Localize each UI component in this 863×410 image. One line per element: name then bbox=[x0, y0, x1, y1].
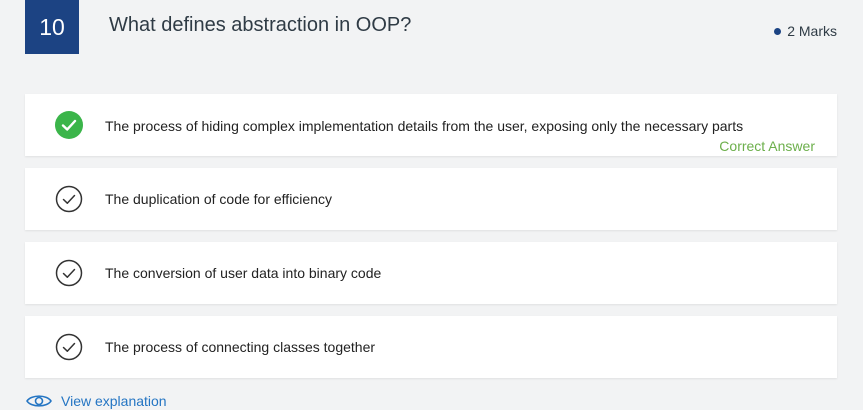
question-number-badge: 10 bbox=[25, 0, 79, 54]
answer-option-text: The conversion of user data into binary … bbox=[105, 265, 382, 281]
answer-option-text: The duplication of code for efficiency bbox=[105, 191, 332, 207]
view-explanation-label: View explanation bbox=[61, 393, 167, 409]
answer-option-2[interactable]: The duplication of code for efficiency bbox=[25, 168, 837, 230]
check-circle-outline-icon bbox=[55, 259, 83, 287]
answer-option-4[interactable]: The process of connecting classes togeth… bbox=[25, 316, 837, 378]
eye-icon bbox=[26, 395, 52, 407]
check-circle-filled-icon bbox=[55, 111, 83, 139]
correct-answer-label: Correct Answer bbox=[719, 138, 815, 154]
view-explanation-link[interactable]: View explanation bbox=[25, 392, 167, 410]
answer-option-1[interactable]: The process of hiding complex implementa… bbox=[25, 94, 837, 156]
marks-indicator: 2 Marks bbox=[774, 23, 837, 39]
answer-option-3[interactable]: The conversion of user data into binary … bbox=[25, 242, 837, 304]
question-number: 10 bbox=[39, 13, 65, 40]
marks-label: 2 Marks bbox=[787, 23, 837, 39]
check-circle-outline-icon bbox=[55, 185, 83, 213]
marks-dot-icon bbox=[774, 27, 782, 35]
answer-option-text: The process of connecting classes togeth… bbox=[105, 339, 376, 355]
check-circle-outline-icon bbox=[55, 333, 83, 361]
question-text: What defines abstraction in OOP? bbox=[109, 14, 412, 36]
answer-option-text: The process of hiding complex implementa… bbox=[105, 118, 744, 134]
